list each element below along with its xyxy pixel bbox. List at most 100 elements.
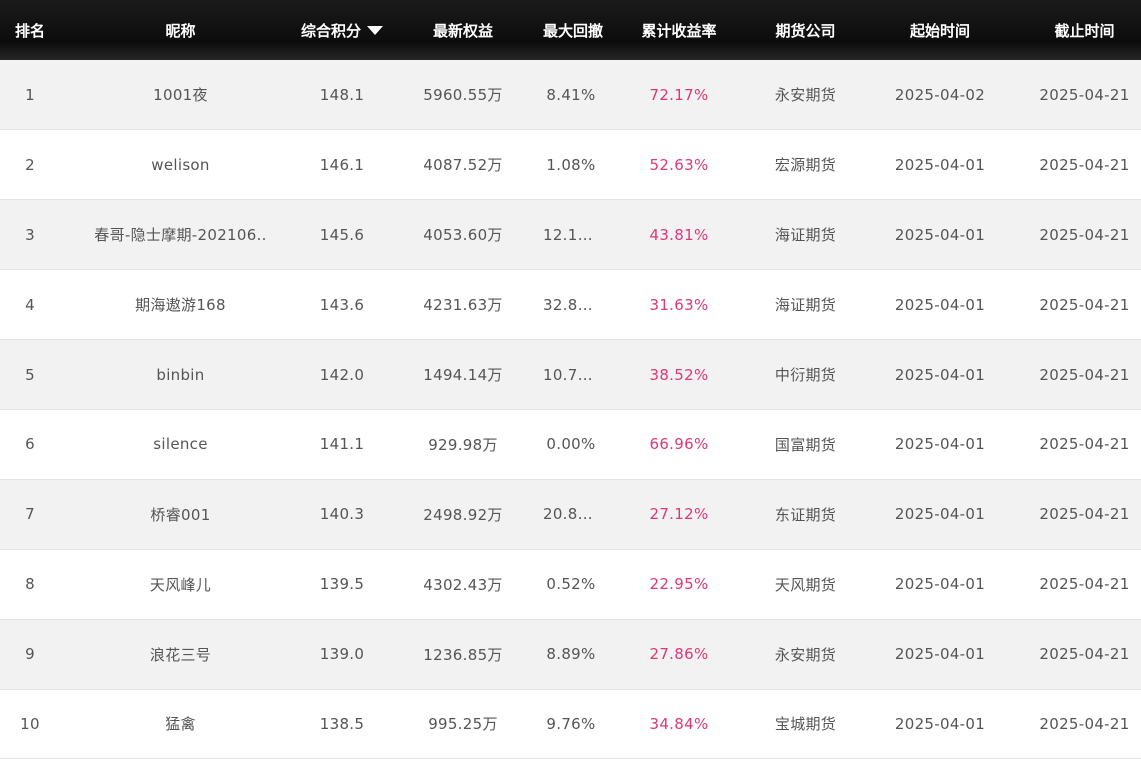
cell-equity: 5960.55万 [423,86,503,105]
cell-company: 天风期货 [774,575,837,594]
cell-cumulative-return: 34.84% [649,714,709,733]
cell-cumulative-return: 27.86% [649,645,709,664]
header-max-drawdown: 最大回撤 [543,21,604,40]
cell-company: 海证期货 [774,226,837,245]
cell-max-drawdown: 20.84% [543,505,599,524]
cell-equity: 1494.14万 [423,366,503,384]
cell-nickname: 期海遨游168 [135,296,226,315]
cell-max-drawdown: 12.18% [543,225,599,244]
cell-rank: 7 [25,505,35,524]
cell-cumulative-return: 52.63% [649,155,709,174]
cell-start-date: 2025-04-01 [894,505,986,524]
cell-nickname: welison [151,155,210,174]
cell-nickname: 浪花三号 [149,645,212,664]
cell-equity: 1236.85万 [423,645,503,664]
cell-max-drawdown: 0.00% [546,435,596,454]
cell-rank: 8 [25,575,35,594]
cell-cumulative-return: 31.63% [649,295,709,314]
cell-equity: 4087.52万 [423,156,503,175]
cell-score: 146.1 [319,155,365,174]
header-rank: 排名 [14,21,45,40]
table-row[interactable]: 2 welison 146.1 4087.52万 1.08% 52.63% 宏源… [0,129,1141,200]
cell-nickname: silence [153,435,208,454]
cell-equity: 4302.43万 [423,575,503,594]
cell-cumulative-return: 43.81% [649,225,709,244]
cell-score: 145.6 [319,225,365,244]
cell-start-date: 2025-04-01 [894,714,986,733]
table-row[interactable]: 5 binbin 142.0 1494.14万 10.78% 38.52% 中衍… [0,339,1141,410]
cell-score: 140.3 [319,505,365,524]
cell-max-drawdown: 10.78% [543,365,599,384]
header-cumulative-return: 累计收益率 [641,21,717,40]
cell-end-date: 2025-04-21 [1039,155,1130,174]
header-company: 期货公司 [775,21,836,40]
cell-score: 148.1 [319,85,365,104]
header-score-label: 综合积分 [301,21,362,40]
table-body: 1 1001夜 148.1 5960.55万 8.41% 72.17% 永安期货… [0,60,1141,759]
cell-company: 中衍期货 [774,366,837,384]
ranking-table: 排名 昵称 综合积分 最新权益 最大回撤 累计收益率 期货公司 起始时间 截止时… [0,0,1141,759]
cell-company: 东证期货 [774,505,837,524]
cell-end-date: 2025-04-21 [1039,365,1130,384]
cell-nickname: 春哥-隐士摩期-202106.. [94,226,267,245]
cell-score: 143.6 [319,295,365,314]
cell-nickname: 1001夜 [153,86,208,105]
cell-score: 138.5 [319,714,365,733]
cell-nickname: 天风峰儿 [149,575,212,594]
score-sort-button[interactable]: 综合积分 [301,20,384,41]
cell-score: 142.0 [319,365,365,384]
cell-cumulative-return: 72.17% [649,85,709,104]
cell-equity: 4231.63万 [423,296,503,315]
cell-equity: 4053.60万 [423,226,503,245]
cell-company: 永安期货 [774,86,837,105]
cell-rank: 2 [25,155,35,174]
table-row[interactable]: 6 silence 141.1 929.98万 0.00% 66.96% 国富期… [0,409,1141,480]
cell-company: 永安期货 [774,645,837,664]
cell-end-date: 2025-04-21 [1039,435,1130,454]
cell-rank: 1 [25,85,35,104]
caret-down-icon[interactable] [367,25,384,35]
cell-rank: 10 [20,714,40,733]
cell-end-date: 2025-04-21 [1039,505,1130,524]
cell-max-drawdown: 1.08% [546,155,596,174]
cell-company: 宝城期货 [774,715,837,734]
cell-start-date: 2025-04-01 [894,365,986,384]
table-row[interactable]: 8 天风峰儿 139.5 4302.43万 0.52% 22.95% 天风期货 … [0,549,1141,620]
cell-nickname: 桥睿001 [150,505,211,524]
cell-company: 国富期货 [774,435,837,454]
cell-score: 139.5 [319,575,365,594]
table-row[interactable]: 1 1001夜 148.1 5960.55万 8.41% 72.17% 永安期货… [0,60,1141,130]
header-start-date: 起始时间 [909,21,970,40]
cell-end-date: 2025-04-21 [1039,295,1130,314]
cell-cumulative-return: 66.96% [649,435,709,454]
cell-start-date: 2025-04-01 [894,225,986,244]
cell-company: 宏源期货 [774,156,837,175]
cell-end-date: 2025-04-21 [1039,645,1130,664]
header-row: 排名 昵称 综合积分 最新权益 最大回撤 累计收益率 期货公司 起始时间 截止时… [0,0,1141,60]
table-row[interactable]: 7 桥睿001 140.3 2498.92万 20.84% 27.12% 东证期… [0,479,1141,550]
cell-rank: 9 [25,645,35,664]
cell-max-drawdown: 8.41% [546,85,596,104]
header-equity: 最新权益 [432,21,493,40]
cell-score: 141.1 [319,435,365,454]
cell-max-drawdown: 9.76% [546,714,596,733]
header-score[interactable]: 综合积分 [301,0,384,60]
header-end-date: 截止时间 [1054,21,1115,40]
cell-company: 海证期货 [774,296,837,315]
cell-start-date: 2025-04-02 [894,85,986,104]
table-row[interactable]: 3 春哥-隐士摩期-202106.. 145.6 4053.60万 12.18%… [0,199,1141,270]
cell-nickname: 猛禽 [165,715,196,734]
cell-equity: 2498.92万 [423,505,503,524]
cell-end-date: 2025-04-21 [1039,575,1130,594]
cell-rank: 4 [25,295,35,314]
table-row[interactable]: 10 猛禽 138.5 995.25万 9.76% 34.84% 宝城期货 20… [0,689,1141,759]
cell-max-drawdown: 8.89% [546,645,596,664]
table-row[interactable]: 9 浪花三号 139.0 1236.85万 8.89% 27.86% 永安期货 … [0,619,1141,690]
cell-end-date: 2025-04-21 [1039,714,1130,733]
cell-end-date: 2025-04-21 [1039,225,1130,244]
cell-end-date: 2025-04-21 [1039,85,1130,104]
cell-score: 139.0 [319,645,365,664]
cell-nickname: binbin [156,365,205,384]
table-row[interactable]: 4 期海遨游168 143.6 4231.63万 32.89% 31.63% 海… [0,269,1141,340]
cell-max-drawdown: 0.52% [546,575,596,594]
